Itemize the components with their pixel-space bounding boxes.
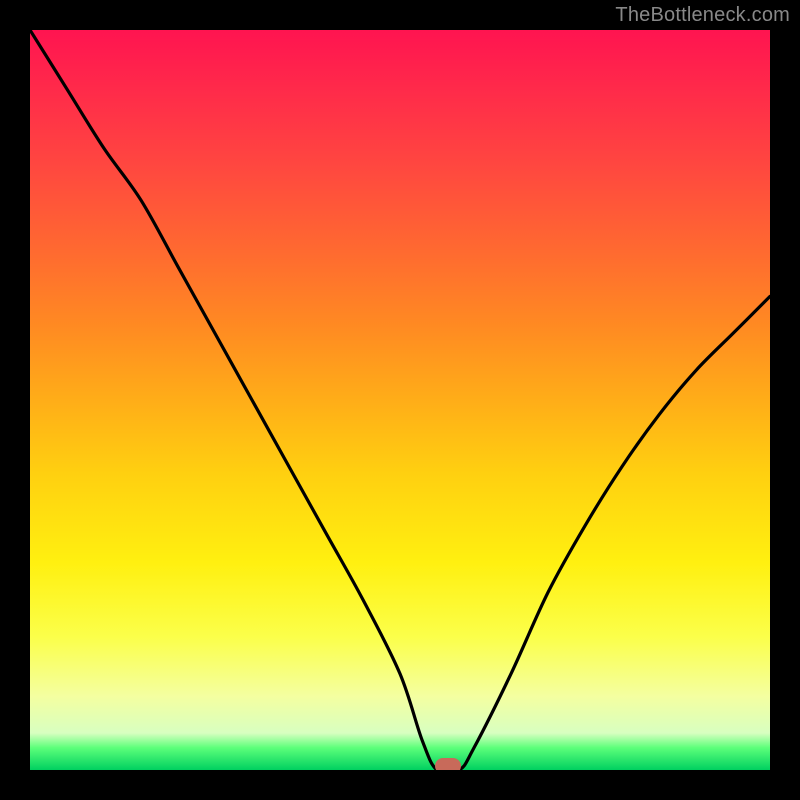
- chart-frame: TheBottleneck.com: [0, 0, 800, 800]
- optimal-marker: [435, 758, 461, 770]
- plot-area: [30, 30, 770, 770]
- watermark-text: TheBottleneck.com: [615, 4, 790, 27]
- bottleneck-curve: [30, 30, 770, 770]
